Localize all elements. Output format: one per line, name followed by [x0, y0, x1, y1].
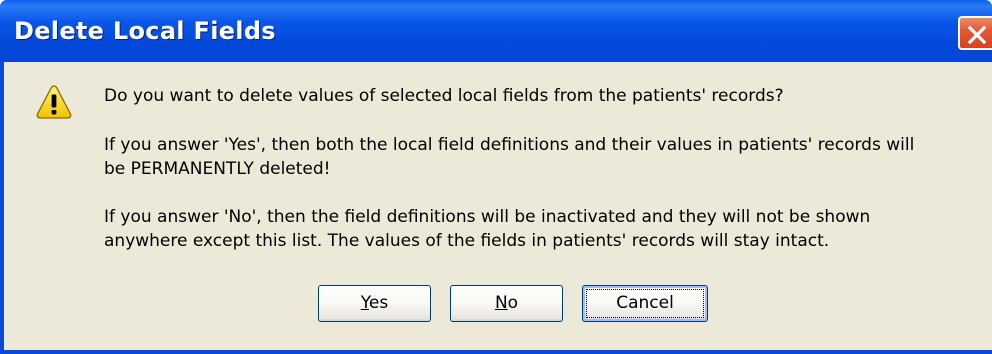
no-button[interactable]: No	[450, 285, 563, 322]
yes-button-accel: Y	[360, 293, 369, 313]
question-text: Do you want to delete values of selected…	[104, 86, 784, 106]
warning-icon	[36, 85, 72, 119]
close-icon	[967, 25, 987, 45]
yes-explanation-line1: If you answer 'Yes', then both the local…	[104, 135, 915, 155]
yes-button-label-rest: es	[368, 293, 389, 313]
title-bar[interactable]: Delete Local Fields	[0, 0, 992, 62]
yes-explanation-line2: be PERMANENTLY deleted!	[104, 159, 331, 179]
dialog-body: Do you want to delete values of selected…	[4, 62, 992, 350]
dialog-window: Delete Local Fields Do you want to delet…	[0, 0, 992, 354]
no-explanation-line1: If you answer 'No', then the field defin…	[104, 207, 871, 227]
close-button[interactable]	[958, 16, 992, 50]
yes-button[interactable]: Yes	[318, 285, 431, 322]
window-title: Delete Local Fields	[14, 17, 276, 45]
no-button-accel: N	[494, 293, 508, 313]
no-explanation-line2: anywhere except this list. The values of…	[104, 231, 830, 251]
cancel-button[interactable]: Cancel	[582, 285, 708, 322]
cancel-button-label: Cancel	[616, 293, 674, 313]
no-button-label-rest: o	[507, 293, 519, 313]
